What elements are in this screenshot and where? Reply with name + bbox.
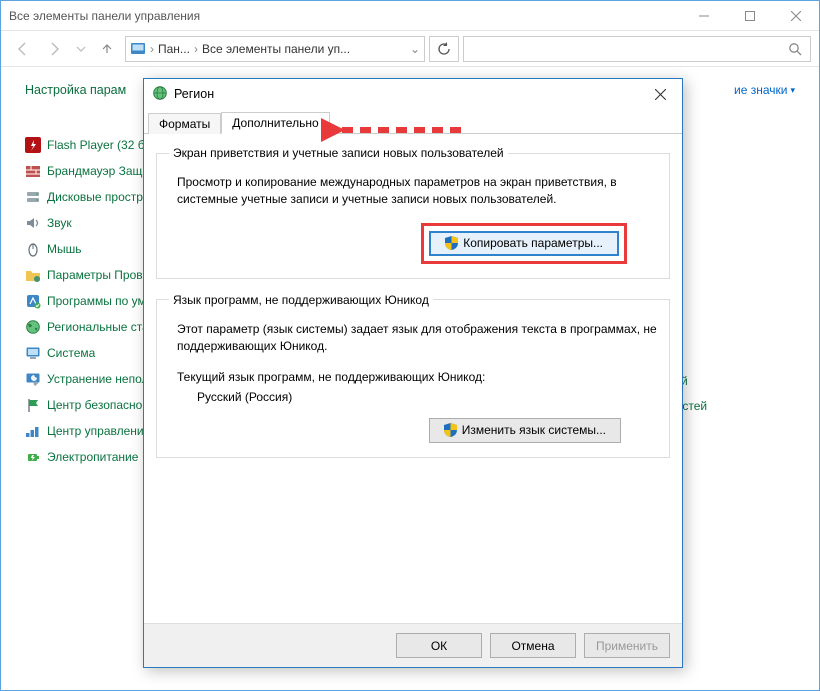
search-input[interactable]	[463, 36, 811, 62]
welcome-screen-group: Экран приветствия и учетные записи новых…	[156, 146, 670, 279]
power-icon	[25, 449, 41, 465]
dialog-title-bar: Регион	[144, 79, 682, 109]
folder-options-icon	[25, 267, 41, 283]
maximize-button[interactable]	[727, 1, 773, 30]
up-button[interactable]	[93, 35, 121, 63]
sound-icon	[25, 215, 41, 231]
tab-strip: Форматы Дополнительно	[144, 109, 682, 134]
current-language-value: Русский (Россия)	[197, 390, 657, 404]
system-icon	[25, 345, 41, 361]
group-legend: Язык программ, не поддерживающих Юникод	[169, 293, 433, 307]
copy-settings-button[interactable]: Копировать параметры...	[429, 231, 619, 256]
back-button[interactable]	[9, 35, 37, 63]
uac-shield-icon	[445, 236, 458, 250]
network-icon	[25, 423, 41, 439]
highlight-annotation: Копировать параметры...	[421, 223, 627, 264]
ok-button[interactable]: ОК	[396, 633, 482, 658]
group-legend: Экран приветствия и учетные записи новых…	[169, 146, 508, 160]
dialog-footer: ОК Отмена Применить	[144, 623, 682, 667]
dialog-close-button[interactable]	[640, 80, 680, 108]
tab-pane-advanced: Экран приветствия и учетные записи новых…	[144, 134, 682, 623]
tab-advanced[interactable]: Дополнительно	[221, 112, 329, 134]
group-description: Этот параметр (язык системы) задает язык…	[177, 321, 657, 356]
storage-icon	[25, 189, 41, 205]
uac-shield-icon	[444, 423, 457, 437]
page-title: Настройка парам	[25, 83, 126, 97]
region-dialog: Регион Форматы Дополнительно Экран приве…	[143, 78, 683, 668]
mouse-icon	[25, 241, 41, 257]
region-globe-icon	[152, 85, 168, 104]
parent-title-bar: Все элементы панели управления	[1, 1, 819, 31]
flash-icon	[25, 137, 41, 153]
refresh-button[interactable]	[429, 36, 459, 62]
region-icon	[25, 319, 41, 335]
group-description: Просмотр и копирование международных пар…	[177, 174, 657, 209]
dialog-title: Регион	[174, 87, 214, 101]
non-unicode-group: Язык программ, не поддерживающих Юникод …	[156, 293, 670, 458]
firewall-icon	[25, 163, 41, 179]
cancel-button[interactable]: Отмена	[490, 633, 576, 658]
breadcrumb-part: Пан...	[158, 42, 190, 56]
view-mode-link[interactable]: ие значки	[734, 83, 795, 97]
parent-window-title: Все элементы панели управления	[9, 9, 200, 23]
breadcrumb-sep-icon: ›	[192, 42, 200, 56]
close-button[interactable]	[773, 1, 819, 30]
minimize-button[interactable]	[681, 1, 727, 30]
breadcrumb-sep-icon: ›	[148, 42, 156, 56]
apply-button[interactable]: Применить	[584, 633, 670, 658]
forward-button[interactable]	[41, 35, 69, 63]
flag-icon	[25, 397, 41, 413]
search-icon	[788, 42, 802, 56]
tab-formats[interactable]: Форматы	[148, 113, 221, 134]
toolbar: › Пан... › Все элементы панели уп... ⌄	[1, 31, 819, 67]
change-system-locale-button[interactable]: Изменить язык системы...	[429, 418, 621, 443]
breadcrumb-part: Все элементы панели уп...	[202, 42, 350, 56]
history-dropdown[interactable]	[73, 35, 89, 63]
default-programs-icon	[25, 293, 41, 309]
window-controls	[681, 1, 819, 30]
current-language-label: Текущий язык программ, не поддерживающих…	[177, 370, 657, 384]
breadcrumb-dropdown-icon[interactable]: ⌄	[410, 42, 420, 56]
troubleshooting-icon	[25, 371, 41, 387]
breadcrumb[interactable]: › Пан... › Все элементы панели уп... ⌄	[125, 36, 425, 62]
control-panel-icon	[130, 41, 146, 57]
